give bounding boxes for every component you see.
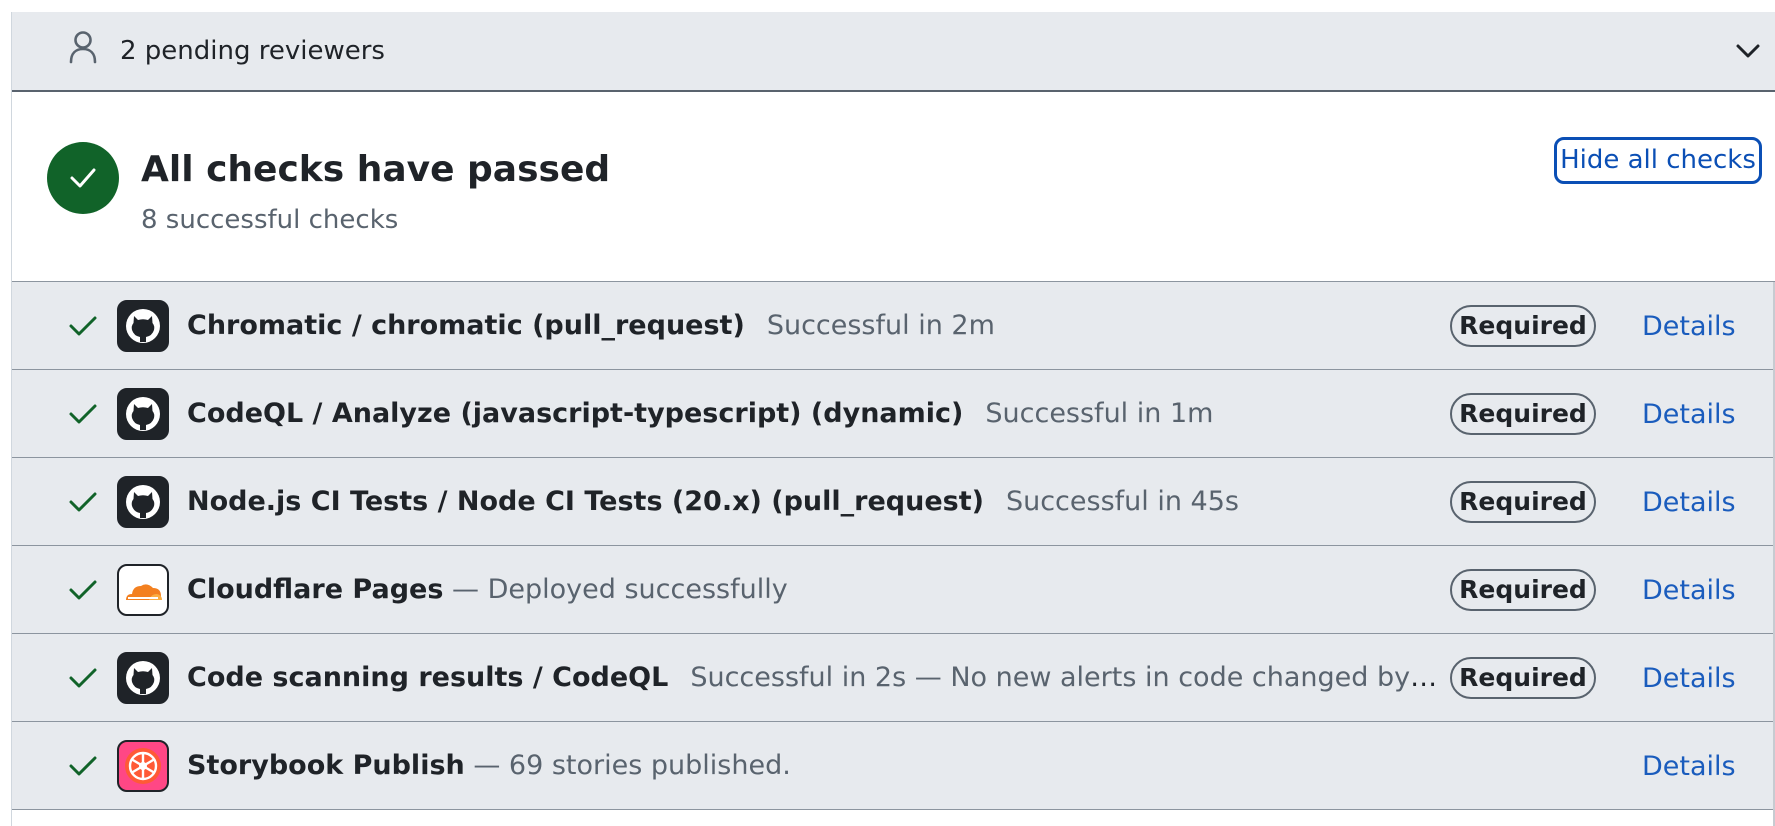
check-mark-icon xyxy=(69,668,97,688)
required-badge: Required xyxy=(1450,569,1596,611)
check-row: Code scanning results / CodeQL Successful… xyxy=(12,634,1775,722)
check-name: Cloudflare Pages — Deployed successfully xyxy=(187,574,788,605)
check-title: Chromatic / chromatic (pull_request) xyxy=(187,310,745,341)
checks-summary: All checks have passed 8 successful chec… xyxy=(12,92,1775,282)
storybook-icon xyxy=(117,740,169,792)
details-link[interactable]: Details xyxy=(1642,485,1736,521)
checks-summary-subtitle: 8 successful checks xyxy=(141,205,399,235)
check-row: Node.js CI Tests / Node CI Tests (20.x) … xyxy=(12,458,1775,546)
pending-reviewers-bar[interactable]: 2 pending reviewers xyxy=(12,12,1775,92)
check-status: Deployed successfully xyxy=(487,574,788,605)
required-badge: Required xyxy=(1450,481,1596,523)
person-icon xyxy=(69,31,97,64)
github-icon xyxy=(117,652,169,704)
check-mark-icon xyxy=(69,404,97,424)
check-row: CodeQL / Analyze (javascript-typescript)… xyxy=(12,370,1775,458)
check-name: CodeQL / Analyze (javascript-typescript)… xyxy=(187,396,1213,432)
check-title: Node.js CI Tests / Node CI Tests (20.x) … xyxy=(187,486,984,517)
cloudflare-icon xyxy=(117,564,169,616)
check-row: Cloudflare Pages — Deployed successfully… xyxy=(12,546,1775,634)
check-title: CodeQL / Analyze (javascript-typescript)… xyxy=(187,398,964,429)
details-link[interactable]: Details xyxy=(1642,661,1736,697)
check-status: Successful in 45s xyxy=(1005,486,1239,517)
details-link[interactable]: Details xyxy=(1642,397,1736,433)
github-icon xyxy=(117,300,169,352)
check-status: Successful in 2s — No new alerts in code… xyxy=(690,662,1445,693)
checks-summary-title: All checks have passed xyxy=(141,149,611,190)
check-title: Code scanning results / CodeQL xyxy=(187,662,669,693)
required-badge: Required xyxy=(1450,305,1596,347)
check-status: Successful in 2m xyxy=(766,310,995,341)
check-mark-icon xyxy=(69,580,97,600)
check-mark-icon xyxy=(69,492,97,512)
check-title: Cloudflare Pages xyxy=(187,574,444,605)
details-link[interactable]: Details xyxy=(1642,749,1736,785)
checks-passed-icon xyxy=(47,142,119,214)
check-mark-icon xyxy=(69,316,97,336)
check-status: 69 stories published. xyxy=(508,750,791,781)
pending-reviewers-label: 2 pending reviewers xyxy=(120,36,385,66)
check-mark-icon xyxy=(69,756,97,776)
checks-list: Chromatic / chromatic (pull_request) Succ… xyxy=(12,282,1775,826)
check-name: Storybook Publish — 69 stories published… xyxy=(187,750,791,781)
check-name: Chromatic / chromatic (pull_request) Succ… xyxy=(187,308,995,344)
required-badge: Required xyxy=(1450,657,1596,699)
check-row: Chromatic / chromatic (pull_request) Succ… xyxy=(12,282,1775,370)
check-status: Successful in 1m xyxy=(985,398,1214,429)
check-name: Node.js CI Tests / Node CI Tests (20.x) … xyxy=(187,484,1239,520)
check-name: Code scanning results / CodeQL Successful… xyxy=(187,660,1445,696)
hide-all-checks-button[interactable]: Hide all checks xyxy=(1554,137,1762,184)
details-link[interactable]: Details xyxy=(1642,573,1736,609)
required-badge: Required xyxy=(1450,393,1596,435)
details-link[interactable]: Details xyxy=(1642,309,1736,345)
github-icon xyxy=(117,476,169,528)
check-row: Storybook Publish — 69 stories published… xyxy=(12,722,1775,810)
github-icon xyxy=(117,388,169,440)
chevron-down-icon[interactable] xyxy=(1735,42,1761,60)
merge-status-panel: 2 pending reviewers All checks have pass… xyxy=(11,12,1775,826)
check-title: Storybook Publish xyxy=(187,750,465,781)
